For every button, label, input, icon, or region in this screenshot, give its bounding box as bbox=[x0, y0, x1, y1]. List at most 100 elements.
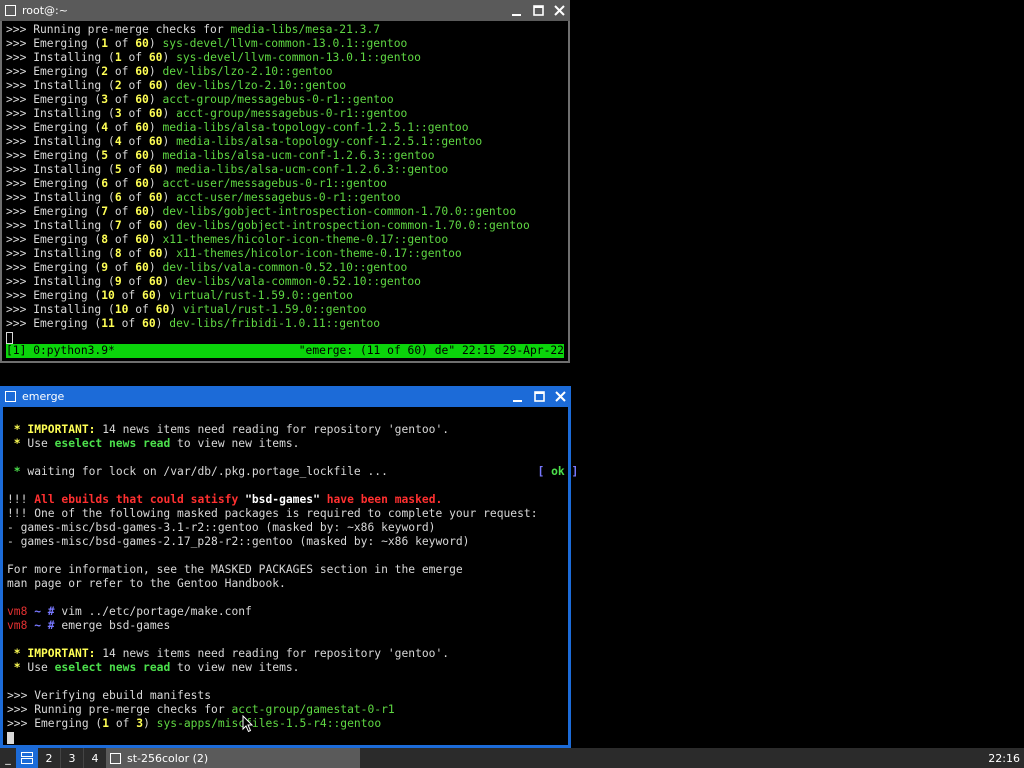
terminal-text: 1 bbox=[101, 37, 109, 50]
terminal-text: * bbox=[7, 465, 28, 478]
terminal-line: >>> Installing (2 of 60) dev-libs/lzo-2.… bbox=[6, 79, 564, 93]
terminal-text: ) bbox=[148, 65, 163, 78]
minimize-button[interactable] bbox=[510, 4, 524, 18]
terminal-text: >>> Installing ( bbox=[6, 51, 115, 64]
workspace-2-button[interactable]: 2 bbox=[38, 748, 60, 768]
terminal-text: "bsd-games" bbox=[245, 493, 320, 506]
terminal-text: sys-apps/miscfiles-1.5-r4::gentoo bbox=[156, 717, 382, 730]
terminal-output[interactable]: >>> Running pre-merge checks for media-l… bbox=[2, 21, 568, 345]
terminal-text: 60 bbox=[135, 149, 149, 162]
terminal-text: of bbox=[109, 717, 137, 730]
minimize-button[interactable] bbox=[511, 390, 525, 404]
terminal-text: to view new items. bbox=[170, 437, 300, 450]
terminal-text: of bbox=[121, 191, 149, 204]
terminal-text: !!! One of the following masked packages… bbox=[7, 507, 538, 520]
terminal-text: >>> Installing ( bbox=[6, 107, 115, 120]
terminal-text: 10 bbox=[101, 289, 115, 302]
terminal-text: * bbox=[7, 437, 28, 450]
terminal-text: ) bbox=[148, 93, 163, 106]
terminal-text: 9 bbox=[101, 261, 109, 274]
taskbar-task-st-256color[interactable]: st-256color (2) bbox=[106, 748, 360, 768]
close-button[interactable] bbox=[553, 390, 567, 404]
terminal-text: >>> Installing ( bbox=[6, 275, 115, 288]
terminal-text: of bbox=[121, 51, 149, 64]
terminal-text: ) bbox=[148, 205, 163, 218]
terminal-text: of bbox=[121, 247, 149, 260]
terminal-text: media-libs/mesa-21.3.7 bbox=[230, 23, 381, 36]
terminal-text: ) bbox=[148, 37, 163, 50]
terminal-text: 7 bbox=[101, 205, 109, 218]
terminal-text: ) bbox=[148, 261, 163, 274]
terminal-text: eselect news read bbox=[54, 661, 171, 674]
terminal-line: - games-misc/bsd-games-2.17_p28-r2::gent… bbox=[7, 535, 564, 549]
maximize-button[interactable] bbox=[532, 390, 546, 404]
terminal-text: ) bbox=[162, 79, 177, 92]
terminal-line: >>> Emerging (1 of 3) sys-apps/miscfiles… bbox=[7, 717, 564, 731]
workspace-active-icon bbox=[21, 752, 33, 764]
terminal-text: of bbox=[121, 219, 149, 232]
terminal-text: of bbox=[108, 205, 136, 218]
terminal-text: ) bbox=[162, 219, 177, 232]
terminal-text: of bbox=[128, 303, 156, 316]
minimize-icon bbox=[512, 13, 521, 16]
terminal-text: * bbox=[7, 423, 28, 436]
terminal-text: >>> Installing ( bbox=[6, 219, 115, 232]
terminal-text: - games-misc/bsd-games-3.1-r2::gentoo (m… bbox=[7, 521, 436, 534]
terminal-text: ) bbox=[143, 717, 157, 730]
terminal-text: ) bbox=[155, 317, 170, 330]
terminal-text: acct-group/messagebus-0-r1::gentoo bbox=[176, 107, 408, 120]
workspace-1-button[interactable] bbox=[16, 748, 38, 768]
window-titlebar[interactable]: emerge bbox=[0, 386, 571, 407]
text-cursor bbox=[7, 732, 14, 744]
close-icon bbox=[554, 391, 566, 402]
terminal-window-emerge[interactable]: emerge * IMPORTANT: 14 news items need r… bbox=[0, 386, 579, 748]
terminal-prompt-line[interactable] bbox=[6, 331, 564, 345]
terminal-text: ~ # bbox=[27, 605, 62, 618]
terminal-line: >>> Installing (9 of 60) dev-libs/vala-c… bbox=[6, 275, 564, 289]
terminal-text: >>> Installing ( bbox=[6, 79, 115, 92]
terminal-text: >>> Emerging ( bbox=[6, 93, 102, 106]
terminal-line: >>> Emerging (5 of 60) media-libs/alsa-u… bbox=[6, 149, 564, 163]
maximize-button[interactable] bbox=[531, 4, 545, 18]
terminal-text: 2 bbox=[101, 65, 109, 78]
terminal-line: * waiting for lock on /var/db/.pkg.porta… bbox=[7, 465, 579, 479]
terminal-text: 9 bbox=[114, 275, 122, 288]
terminal-text: 60 bbox=[142, 289, 156, 302]
terminal-text: acct-user/messagebus-0-r1::gentoo bbox=[176, 191, 401, 204]
workspace-4-button[interactable]: 4 bbox=[84, 748, 106, 768]
menu-button[interactable]: _ bbox=[0, 748, 16, 768]
terminal-text: of bbox=[121, 275, 149, 288]
terminal-line: >>> Installing (1 of 60) sys-devel/llvm-… bbox=[6, 51, 564, 65]
terminal-text: media-libs/alsa-ucm-conf-1.2.6.3::gentoo bbox=[162, 149, 435, 162]
terminal-text: 60 bbox=[148, 79, 163, 92]
terminal-text: 8 bbox=[114, 247, 122, 260]
terminal-line: >>> Installing (5 of 60) media-libs/alsa… bbox=[6, 163, 564, 177]
terminal-line: * Use eselect news read to view new item… bbox=[7, 437, 564, 451]
terminal-line: >>> Installing (10 of 60) virtual/rust-1… bbox=[6, 303, 564, 317]
close-button[interactable] bbox=[552, 4, 566, 18]
window-titlebar[interactable]: root@:~ bbox=[0, 0, 570, 21]
terminal-text: 11 bbox=[101, 317, 115, 330]
terminal-output[interactable]: * IMPORTANT: 14 news items need reading … bbox=[3, 407, 579, 745]
taskbar: _ 2 3 4 st-256color (2) 22:16 bbox=[0, 748, 1024, 768]
terminal-line: man page or refer to the Gentoo Handbook… bbox=[7, 577, 564, 591]
terminal-text: ) bbox=[162, 191, 177, 204]
terminal-text: dev-libs/vala-common-0.52.10::gentoo bbox=[176, 275, 421, 288]
terminal-line: >>> Emerging (10 of 60) virtual/rust-1.5… bbox=[6, 289, 564, 303]
terminal-text: >>> Emerging ( bbox=[6, 261, 102, 274]
terminal-text: ) bbox=[155, 289, 170, 302]
minimize-icon bbox=[513, 399, 522, 402]
terminal-line: >>> Emerging (6 of 60) acct-user/message… bbox=[6, 177, 564, 191]
terminal-window-root[interactable]: root@:~ >>> Running pre-merge checks for… bbox=[0, 0, 570, 363]
workspace-3-button[interactable]: 3 bbox=[61, 748, 83, 768]
terminal-text: dev-libs/lzo-2.10::gentoo bbox=[176, 79, 347, 92]
terminal-text: acct-user/messagebus-0-r1::gentoo bbox=[162, 177, 387, 190]
terminal-text: Use bbox=[27, 661, 55, 674]
maximize-icon bbox=[533, 391, 545, 402]
terminal-text: media-libs/alsa-topology-conf-1.2.5.1::g… bbox=[162, 121, 469, 134]
terminal-prompt-line[interactable] bbox=[7, 731, 564, 745]
terminal-text: ] bbox=[564, 465, 579, 478]
